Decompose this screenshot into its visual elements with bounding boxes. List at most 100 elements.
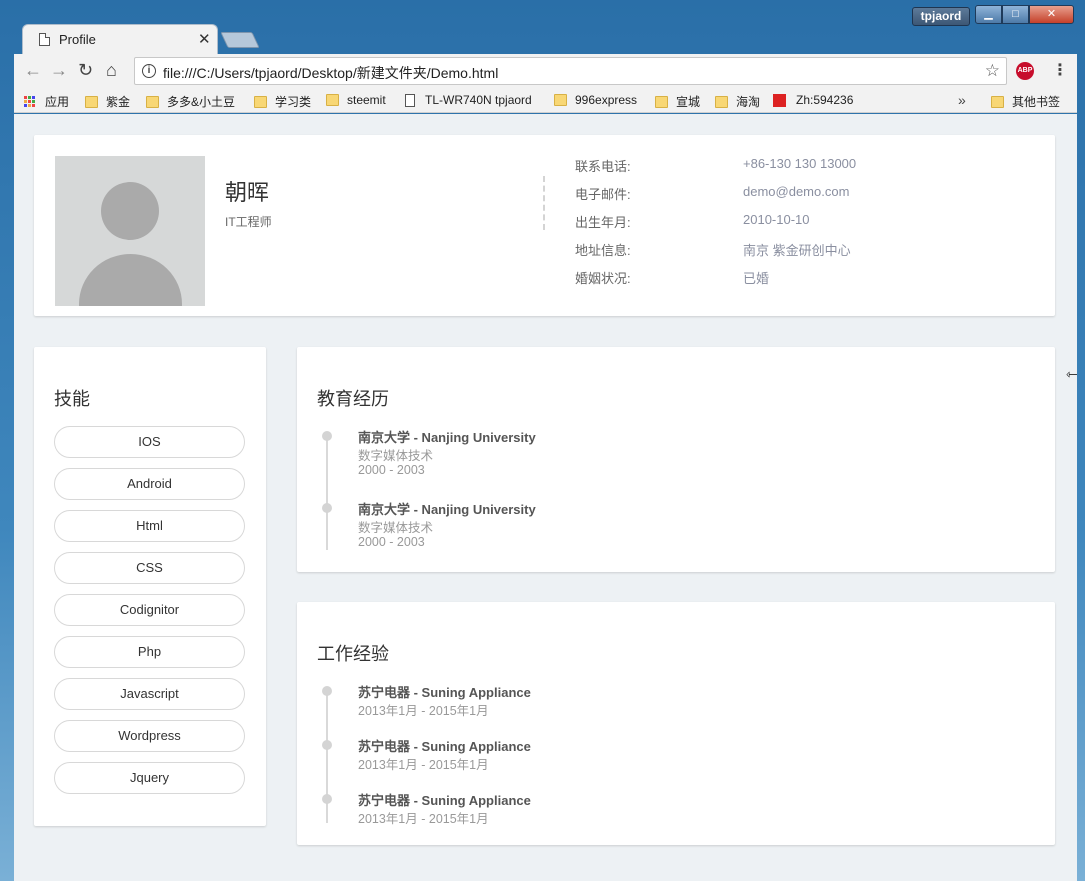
work-period: 2013年1月 - 2015年1月 xyxy=(358,758,489,772)
profile-card: 朝晖 IT工程师 联系电话: +86-130 130 13000 电子邮件: d… xyxy=(34,135,1055,316)
folder-icon xyxy=(991,95,1004,108)
bookmark-folder[interactable]: 多多&小土豆 xyxy=(146,93,235,110)
home-icon[interactable]: ⌂ xyxy=(106,60,117,81)
bookmark-apps[interactable]: 应用 xyxy=(24,93,69,110)
info-row-birth: 出生年月: 2010-10-10 xyxy=(575,212,975,232)
user-badge[interactable]: tpjaord xyxy=(912,7,970,26)
info-label: 联系电话: xyxy=(575,159,631,174)
bookmark-folder[interactable]: 学习类 xyxy=(254,93,311,110)
work-period: 2013年1月 - 2015年1月 xyxy=(358,812,489,826)
info-label: 电子邮件: xyxy=(575,187,631,202)
timeline-line xyxy=(326,435,328,550)
skill-tag[interactable]: Codignitor xyxy=(54,594,245,626)
folder-icon xyxy=(554,94,567,106)
folder-icon xyxy=(715,95,728,108)
minimize-button[interactable]: ▁ xyxy=(975,5,1002,24)
bookmark-label: 宣城 xyxy=(676,95,701,109)
bookmarks-bar: 应用 紫金 多多&小土豆 学习类 steemit TL-WR740N tpjao… xyxy=(14,88,1077,113)
avatar-body-shape xyxy=(79,254,182,306)
bookmark-star-icon[interactable]: ☆ xyxy=(985,61,1000,81)
timeline-dot xyxy=(322,794,332,804)
education-school: 南京大学 - Nanjing University xyxy=(358,502,536,517)
browser-window: tpjaord ▁ □ ✕ Profile ✕ ← → ↻ ⌂ i file:/… xyxy=(0,0,1085,881)
bookmark-label: Zh:594236 xyxy=(796,93,854,107)
skill-tag[interactable]: Html xyxy=(54,510,245,542)
skill-tag[interactable]: Jquery xyxy=(54,762,245,794)
page-icon xyxy=(405,93,415,107)
work-heading: 工作经验 xyxy=(317,644,389,664)
maximize-button[interactable]: □ xyxy=(1002,5,1029,24)
info-value: 已婚 xyxy=(743,271,770,286)
work-company: 苏宁电器 - Suning Appliance xyxy=(358,685,531,700)
bookmark-page[interactable]: TL-WR740N tpjaord xyxy=(405,93,541,107)
skill-tag[interactable]: Javascript xyxy=(54,678,245,710)
info-row-marital: 婚姻状况: 已婚 xyxy=(575,268,975,288)
education-school: 南京大学 - Nanjing University xyxy=(358,430,536,445)
seal-icon xyxy=(773,93,786,107)
bookmark-page[interactable]: Zh:594236 xyxy=(773,93,853,107)
info-value: 2010-10-10 xyxy=(743,212,810,227)
work-company: 苏宁电器 - Suning Appliance xyxy=(358,739,531,754)
bookmark-folder[interactable]: 紫金 xyxy=(85,93,130,110)
adblock-icon[interactable]: ABP xyxy=(1016,62,1034,80)
bookmark-label: 紫金 xyxy=(106,95,131,109)
resize-cursor-icon: ⇽ xyxy=(1066,366,1078,382)
bookmark-folder[interactable]: 996express xyxy=(554,93,637,107)
bookmark-label: steemit xyxy=(347,93,386,107)
bookmark-folder[interactable]: 宣城 xyxy=(655,93,700,110)
new-tab-button[interactable] xyxy=(220,32,260,48)
work-period: 2013年1月 - 2015年1月 xyxy=(358,704,489,718)
timeline-dot xyxy=(322,686,332,696)
info-label: 婚姻状况: xyxy=(575,271,631,286)
timeline-dot xyxy=(322,740,332,750)
page-content: 朝晖 IT工程师 联系电话: +86-130 130 13000 电子邮件: d… xyxy=(14,114,1077,881)
bookmark-label: 应用 xyxy=(45,95,70,109)
avatar xyxy=(55,156,205,306)
bookmark-label: TL-WR740N tpjaord xyxy=(425,93,532,107)
info-label: 地址信息: xyxy=(575,243,631,258)
skill-tag[interactable]: CSS xyxy=(54,552,245,584)
tab-profile[interactable]: Profile ✕ xyxy=(22,24,218,54)
info-row-phone: 联系电话: +86-130 130 13000 xyxy=(575,156,975,176)
bookmark-folder[interactable]: 海淘 xyxy=(715,93,760,110)
work-card: 工作经验 苏宁电器 - Suning Appliance 2013年1月 - 2… xyxy=(297,602,1055,845)
bookmark-label: 其他书签 xyxy=(1012,95,1061,109)
skill-tag[interactable]: IOS xyxy=(54,426,245,458)
folder-icon xyxy=(326,94,339,106)
education-period: 2000 - 2003 xyxy=(358,535,425,549)
page-icon xyxy=(39,33,50,46)
bookmark-label: 996express xyxy=(575,93,638,107)
address-bar[interactable]: i file:///C:/Users/tpjaord/Desktop/新建文件夹… xyxy=(134,57,1007,85)
reload-icon[interactable]: ↻ xyxy=(78,60,93,81)
info-value[interactable]: demo@demo.com xyxy=(743,184,849,199)
forward-icon[interactable]: → xyxy=(50,60,68,81)
browser-toolbar: ← → ↻ ⌂ i file:///C:/Users/tpjaord/Deskt… xyxy=(14,54,1077,88)
skills-card: 技能 IOS Android Html CSS Codignitor Php J… xyxy=(34,347,266,826)
tab-title: Profile xyxy=(59,32,96,47)
divider xyxy=(543,176,545,230)
bookmark-other-folder[interactable]: 其他书签 xyxy=(991,93,1060,110)
info-icon[interactable]: i xyxy=(142,64,156,78)
url-text[interactable]: file:///C:/Users/tpjaord/Desktop/新建文件夹/D… xyxy=(163,63,498,83)
education-major: 数字媒体技术 xyxy=(358,449,434,463)
close-tab-icon[interactable]: ✕ xyxy=(198,30,211,48)
profile-title: IT工程师 xyxy=(225,215,272,229)
skill-tag[interactable]: Wordpress xyxy=(54,720,245,752)
folder-icon xyxy=(655,95,668,108)
work-company: 苏宁电器 - Suning Appliance xyxy=(358,793,531,808)
skill-tag[interactable]: Php xyxy=(54,636,245,668)
window-controls: ▁ □ ✕ xyxy=(975,5,1074,24)
timeline-dot xyxy=(322,503,332,513)
folder-icon xyxy=(146,95,159,108)
info-label: 出生年月: xyxy=(575,215,631,230)
close-window-button[interactable]: ✕ xyxy=(1029,5,1074,24)
back-icon[interactable]: ← xyxy=(24,60,42,81)
bookmarks-overflow-icon[interactable]: » xyxy=(958,92,966,108)
info-row-address: 地址信息: 南京 紫金研创中心 xyxy=(575,240,975,260)
info-value: +86-130 130 13000 xyxy=(743,156,857,171)
menu-icon[interactable]: ⋮ xyxy=(1052,60,1068,80)
folder-icon xyxy=(254,95,267,108)
skill-tag[interactable]: Android xyxy=(54,468,245,500)
bookmark-folder[interactable]: steemit xyxy=(326,93,386,107)
education-period: 2000 - 2003 xyxy=(358,463,425,477)
